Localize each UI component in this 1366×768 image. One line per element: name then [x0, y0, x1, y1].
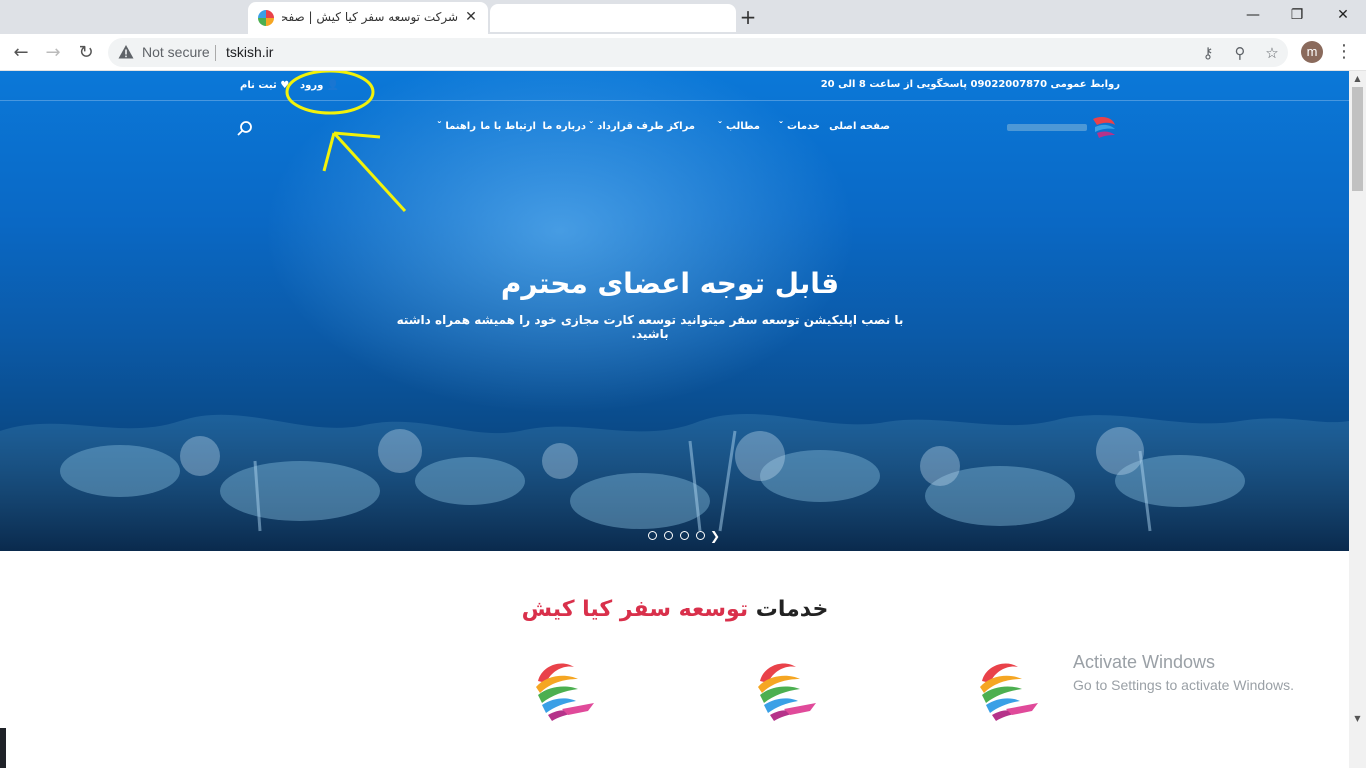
- nav-item-contact[interactable]: ارتباط با ما: [480, 121, 536, 132]
- url-text[interactable]: tskish.ir: [226, 44, 273, 60]
- service-logo[interactable]: [754, 659, 818, 725]
- browser-toolbar: ← → ↻ Not secure tskish.ir ⚷ ⚲ ☆ m ⋮: [0, 34, 1366, 71]
- slider-pagination: ❯: [632, 529, 724, 543]
- public-relations-phone: روابط عمومی 09022007870 پاسخگویی از ساعت…: [820, 79, 1120, 90]
- scroll-thumb[interactable]: [1352, 87, 1363, 191]
- nav-item-label: راهنما: [445, 121, 476, 132]
- service-logo[interactable]: [532, 659, 596, 725]
- minimize-button[interactable]: —: [1238, 4, 1268, 26]
- slider-dot[interactable]: [696, 531, 705, 540]
- nav-item-label: ارتباط با ما: [480, 121, 536, 132]
- reload-icon[interactable]: ↻: [73, 40, 99, 66]
- nav-item-about[interactable]: درباره ما: [543, 121, 587, 132]
- service-logo[interactable]: [976, 659, 1040, 725]
- nav-item-guide[interactable]: راهنما ˇ: [437, 121, 476, 132]
- chevron-down-icon: ˇ: [588, 121, 594, 132]
- activate-windows-subtitle: Go to Settings to activate Windows.: [1073, 677, 1294, 693]
- browser-tab[interactable]: شرکت توسعه سفر کیا کیش | صفحه ✕: [248, 2, 488, 34]
- nav-item-label: مطالب: [725, 121, 760, 132]
- topbar-divider: [0, 100, 1349, 101]
- nav-item-label: مراکز طرف قرارداد: [597, 121, 695, 132]
- slider-dot[interactable]: [664, 531, 673, 540]
- services-heading: خدمات توسعه سفر کیا کیش: [380, 597, 970, 622]
- services-heading-red: توسعه سفر کیا کیش: [521, 597, 749, 622]
- scroll-up-icon[interactable]: ▲: [1349, 71, 1366, 87]
- close-tab-icon[interactable]: ✕: [462, 8, 480, 26]
- not-secure-label[interactable]: Not secure: [142, 44, 210, 60]
- search-icon[interactable]: [236, 120, 254, 138]
- nav-item-home[interactable]: صفحه اصلی: [829, 121, 890, 132]
- signup-label: ثبت نام: [240, 80, 277, 91]
- coral-reef-image: [0, 413, 1349, 551]
- bookmark-star-icon[interactable]: ☆: [1262, 43, 1282, 63]
- slider-dot[interactable]: [648, 531, 657, 540]
- page-viewport: روابط عمومی 09022007870 پاسخگویی از ساعت…: [0, 71, 1349, 768]
- new-tab-button[interactable]: +: [737, 6, 759, 28]
- site-favicon-icon: [258, 10, 274, 26]
- page-scrollbar[interactable]: ▲ ▼: [1349, 71, 1366, 768]
- nav-item-label: خدمات: [787, 121, 820, 132]
- back-arrow-icon[interactable]: ←: [8, 40, 34, 66]
- login-label: ورود: [300, 80, 324, 91]
- hero-slider: روابط عمومی 09022007870 پاسخگویی از ساعت…: [0, 71, 1349, 551]
- nav-item-articles[interactable]: مطالب ˇ: [717, 121, 760, 132]
- tab-title: شرکت توسعه سفر کیا کیش | صفحه: [282, 10, 458, 24]
- next-slide-icon[interactable]: ❯: [710, 529, 720, 543]
- chevron-down-icon: ˇ: [778, 121, 784, 132]
- heart-icon: ♥: [280, 80, 290, 91]
- services-heading-dark: خدمات: [755, 597, 829, 622]
- taskbar-edge: [0, 728, 6, 768]
- tab-strip: شرکت توسعه سفر کیا کیش | صفحه ✕ + — ❐ ✕: [0, 0, 1366, 34]
- window-close-button[interactable]: ✕: [1328, 4, 1358, 26]
- activate-windows-title: Activate Windows: [1073, 652, 1216, 672]
- url-divider: [215, 45, 216, 61]
- main-nav: صفحه اصلی خدمات ˇ مطالب ˇ مراکز طرف قرار…: [430, 121, 890, 139]
- scroll-down-icon[interactable]: ▼: [1349, 711, 1366, 727]
- nav-item-label: درباره ما: [542, 121, 587, 132]
- nav-item-label: صفحه اصلی: [829, 121, 890, 132]
- user-icon: 👤: [326, 80, 340, 91]
- signup-link[interactable]: ♥ ثبت نام: [240, 80, 289, 91]
- site-logo[interactable]: [1005, 113, 1120, 141]
- hero-subtitle: با نصب اپلیکیشن توسعه سفر میتوانید توسعه…: [396, 313, 904, 341]
- restore-button[interactable]: ❐: [1282, 4, 1312, 26]
- address-bar[interactable]: Not secure tskish.ir ⚷ ⚲ ☆: [108, 38, 1288, 67]
- key-icon[interactable]: ⚷: [1198, 43, 1218, 63]
- hero-title: قابل توجه اعضای محترم: [500, 267, 840, 300]
- zoom-icon[interactable]: ⚲: [1230, 43, 1250, 63]
- nav-item-partner-centers[interactable]: مراکز طرف قرارداد ˇ: [589, 121, 695, 132]
- chevron-down-icon: ˇ: [717, 121, 723, 132]
- profile-avatar[interactable]: m: [1301, 41, 1323, 63]
- empty-tab-area: [490, 4, 736, 32]
- login-link[interactable]: 👤 ورود: [300, 80, 339, 91]
- warning-icon[interactable]: [118, 44, 134, 60]
- nav-item-services[interactable]: خدمات ˇ: [779, 121, 820, 132]
- forward-arrow-icon[interactable]: →: [40, 40, 66, 66]
- browser-menu-icon[interactable]: ⋮: [1335, 40, 1353, 64]
- slider-dot[interactable]: [680, 531, 689, 540]
- chevron-down-icon: ˇ: [436, 121, 442, 132]
